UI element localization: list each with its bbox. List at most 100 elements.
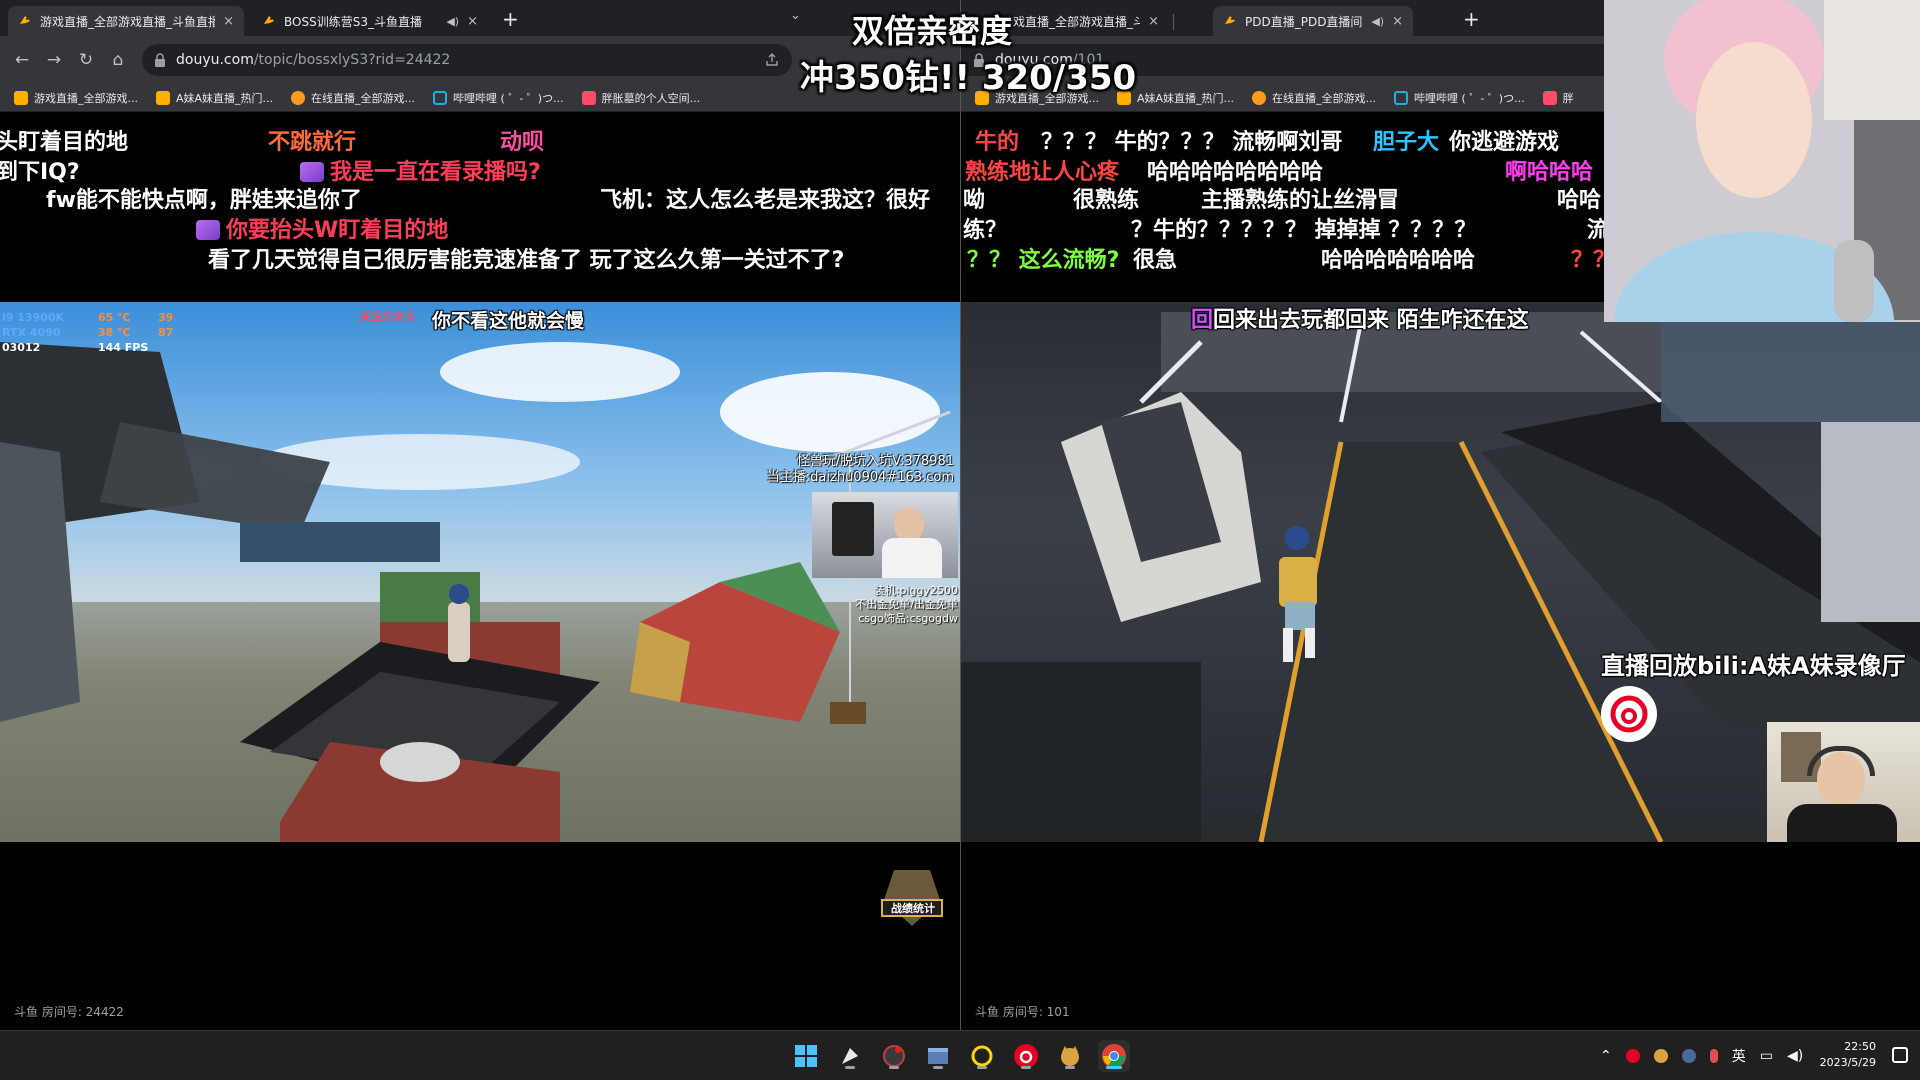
new-tab-button[interactable]: + [502, 9, 519, 29]
stats-badge[interactable]: 战绩统计 [876, 860, 948, 930]
game-video-left[interactable]: 你不看这他就会慢 关注公众号 i9 13900K RTX 4090 03012 … [0, 302, 960, 842]
game-video-right[interactable]: 回回来出去玩都回来 陌生咋还在这 直播回放bili:A妹A妹录像厅 [961, 302, 1920, 842]
close-tab-icon[interactable]: × [1392, 14, 1403, 29]
tab-title: 游戏直播_全部游戏直播_斗鱼直播 [1001, 14, 1141, 29]
room-number: 斗鱼 房间号: 24422 [14, 1005, 124, 1019]
profile-icon [1542, 90, 1557, 105]
reload-icon[interactable]: ↻ [76, 50, 96, 70]
game-caption: 你不看这他就会慢 [432, 310, 585, 332]
share-icon[interactable] [764, 52, 780, 68]
close-tab-icon[interactable]: × [467, 14, 478, 29]
back-icon[interactable]: ← [12, 50, 32, 70]
bilibili-icon [433, 90, 448, 105]
system-tray: ⌃ 英 ▭ ◀) [1600, 1031, 1803, 1080]
close-tab-icon[interactable]: × [223, 14, 234, 29]
bookmark-item[interactable]: 哔哩哔哩 ( ゜- ゜)つ... [433, 90, 564, 106]
douyu-fish-icon [14, 90, 28, 105]
danmaku-comment: 很急 [1133, 248, 1178, 273]
microphone-icon[interactable] [1709, 1049, 1718, 1063]
volume-icon[interactable]: ◀) [1787, 1048, 1803, 1064]
diamond-goal: 冲350钻!! 320/350 [800, 58, 1137, 98]
streamer-face [894, 508, 924, 542]
intimacy-title: 双倍亲密度 [852, 12, 1013, 50]
tab-separator [1173, 14, 1174, 30]
danmaku-comment: 呦 [963, 188, 986, 213]
danmaku-comment: ？？ 这么流畅? [967, 248, 1120, 273]
network-icon[interactable]: ▭ [1760, 1048, 1773, 1064]
bookmark-item[interactable]: 在线直播_全部游戏... [291, 90, 415, 106]
replay-caption: 直播回放bili:A妹A妹录像厅 [1601, 652, 1906, 680]
room-number: 斗鱼 房间号: 101 [975, 1005, 1070, 1019]
bookmark-item[interactable]: A妹A妹直播_热门... [156, 90, 273, 106]
danmaku-comment: 不跳就行 [268, 130, 357, 155]
bookmark-item[interactable]: 在线直播_全部游戏... [1252, 90, 1376, 106]
tab-pdd[interactable]: PDD直播_PDD直播间101_斗鱼 ◀) × [1213, 6, 1413, 36]
douyu-fish-icon [1225, 16, 1235, 24]
tab-search-icon[interactable]: ⌄ [790, 8, 801, 23]
speaker-icon[interactable]: ◀) [1371, 15, 1384, 28]
streamer-webcam-main [1604, 0, 1920, 322]
notification-icon[interactable] [1892, 1047, 1908, 1063]
danmaku-comment: 飞机：这人怎么老是来我这？很好 [600, 188, 931, 213]
bookmark-item[interactable]: 哔哩哔哩 ( ゜- ゜)つ... [1394, 90, 1525, 106]
tab-douyu-game[interactable]: 游戏直播_全部游戏直播_斗鱼直播 × [8, 6, 244, 36]
streamer-body [1787, 804, 1897, 842]
danmaku-comment: 很熟练 [1073, 188, 1140, 213]
ime-indicator[interactable]: 英 [1732, 1046, 1746, 1066]
feather-app-icon[interactable] [834, 1040, 866, 1072]
mouse-app-icon[interactable] [878, 1040, 910, 1072]
tab-boss-training[interactable]: BOSS训练营S3_斗鱼直播 ◀) × [252, 6, 488, 36]
circle-app-icon[interactable] [966, 1040, 998, 1072]
danmaku-comment: 胆子大 [1373, 130, 1440, 155]
cam-info: 装机:piggy2500 不出金免单/出金免单 csgo饰品:csgogdw [855, 584, 958, 625]
bookmark-item[interactable]: 胖胀墓的个人空间... [581, 90, 700, 106]
new-tab-button[interactable]: + [1463, 9, 1480, 29]
bookmark-item[interactable]: 胖 [1542, 90, 1574, 106]
page-viewport: 头盯着目的地 不跳就行 动呗 到下IQ? 我是一直在看录播吗? fw能不能快点啊… [0, 112, 960, 1030]
netease-app-icon[interactable] [1010, 1040, 1042, 1072]
close-tab-icon[interactable]: × [1148, 14, 1159, 29]
fan-badge-icon [300, 162, 324, 182]
address-host: douyu.com [176, 52, 254, 68]
system-clock[interactable]: 22:50 2023/5/29 [1820, 1039, 1876, 1071]
follow-text: 关注公众号 [360, 310, 415, 323]
streamer-webcam-left [812, 492, 958, 578]
chrome-app-icon[interactable] [1098, 1040, 1130, 1072]
danmaku-comment: 你逃避游戏 [1449, 130, 1560, 155]
netease-tray-icon[interactable] [1625, 1049, 1640, 1063]
speaker-icon[interactable]: ◀) [446, 15, 459, 28]
clock-time: 22:50 [1844, 1040, 1876, 1053]
steam-tray-icon[interactable] [1681, 1049, 1696, 1063]
hud-values: 65 ℃ 38 ℃ 144 FPS [98, 311, 149, 354]
danmaku-comment: 牛的 [975, 130, 1020, 155]
danmaku-comment: fw能不能快点啊，胖娃来追你了 [46, 188, 362, 213]
danmaku-comment: 主播熟练的让丝滑冒 [1201, 188, 1400, 213]
danmaku-comment: 哈哈 [1557, 188, 1602, 213]
streamer-webcam-right [1767, 722, 1920, 842]
douyu-fish-icon [20, 16, 30, 24]
taskbar: ⌃ 英 ▭ ◀) 22:50 2023/5/29 [0, 1030, 1920, 1080]
netease-music-icon[interactable] [1601, 686, 1657, 742]
danmaku-comment: 你要抬头W盯着目的地 [196, 212, 448, 244]
cat-app-icon[interactable] [1054, 1040, 1086, 1072]
bookmark-item[interactable]: 游戏直播_全部游戏... [14, 90, 138, 106]
danmaku-comment: 练？ [963, 218, 1008, 243]
bilibili-icon [1394, 90, 1409, 105]
clock-date: 2023/5/29 [1819, 1056, 1876, 1069]
huya-icon [1252, 90, 1267, 105]
hud-hardware: i9 13900K RTX 4090 03012 [2, 311, 65, 354]
douyu-fish-icon [264, 16, 274, 24]
tab-strip: 游戏直播_全部游戏直播_斗鱼直播 × BOSS训练营S3_斗鱼直播 ◀) × +… [0, 0, 960, 36]
address-bar[interactable]: douyu.com/topic/bossxlyS3?rid=24422 [142, 44, 792, 76]
forward-icon[interactable]: → [44, 50, 64, 70]
huya-icon [291, 90, 306, 105]
douyu-fish-icon [156, 90, 170, 105]
home-icon[interactable]: ⌂ [108, 50, 128, 70]
cat-tray-icon[interactable] [1653, 1049, 1668, 1063]
danmaku-comment: 看了几天觉得自己很厉害能竞速准备了 玩了这么久第一关过不了? [208, 248, 845, 273]
chevron-up-icon[interactable]: ⌃ [1600, 1048, 1612, 1064]
window-app-icon[interactable] [922, 1040, 954, 1072]
danmaku-comment: 动呗 [500, 130, 545, 155]
windows-start-icon[interactable] [790, 1040, 822, 1072]
streamer-body [882, 538, 942, 578]
